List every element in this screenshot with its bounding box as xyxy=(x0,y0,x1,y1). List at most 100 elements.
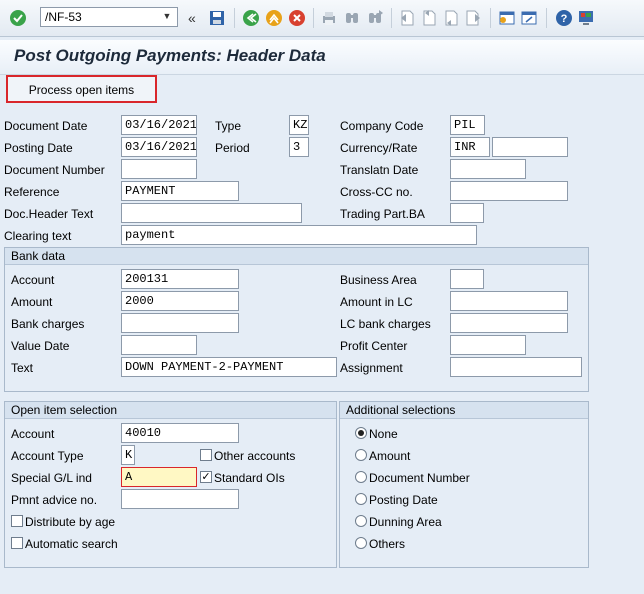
bank-data-title: Bank data xyxy=(5,248,588,265)
pmnt-advice-label: Pmnt advice no. xyxy=(11,493,98,507)
account-type-field[interactable]: K xyxy=(121,445,135,465)
bank-charges-label: Bank charges xyxy=(11,317,85,331)
open-item-selection-title: Open item selection xyxy=(5,402,336,419)
print-icon[interactable] xyxy=(320,9,338,27)
bank-account-label: Account xyxy=(11,273,55,287)
last-page-icon[interactable] xyxy=(464,9,482,27)
cross-cc-field[interactable] xyxy=(450,181,568,201)
reference-field[interactable]: PAYMENT xyxy=(121,181,239,201)
help-icon[interactable]: ? xyxy=(555,9,573,27)
radio-none[interactable] xyxy=(355,427,367,439)
radio-posting-date[interactable] xyxy=(355,493,367,505)
chevron-down-icon[interactable]: ▼ xyxy=(160,9,174,23)
text-label: Text xyxy=(11,361,34,375)
special-gl-field[interactable]: A xyxy=(121,467,197,487)
value-date-label: Value Date xyxy=(11,339,70,353)
text-field[interactable]: DOWN PAYMENT-2-PAYMENT xyxy=(121,357,337,377)
back-icon[interactable] xyxy=(242,9,260,27)
document-number-label: Document Number xyxy=(4,163,105,177)
shortcut-icon[interactable] xyxy=(520,9,538,27)
profit-center-field[interactable] xyxy=(450,335,526,355)
business-area-label: Business Area xyxy=(340,273,417,287)
distribute-by-age-checkbox[interactable] xyxy=(11,515,23,527)
process-open-items-button[interactable]: Process open items xyxy=(6,75,157,103)
reference-label: Reference xyxy=(4,185,60,199)
period-field[interactable]: 3 xyxy=(289,137,309,157)
other-accounts-checkbox[interactable] xyxy=(200,449,212,461)
exit-icon[interactable] xyxy=(265,9,283,27)
trading-part-field[interactable] xyxy=(450,203,484,223)
distribute-by-age-label: Distribute by age xyxy=(25,515,116,529)
document-number-field[interactable] xyxy=(121,159,197,179)
radio-none-label: None xyxy=(369,427,398,441)
radio-document-number-label: Document Number xyxy=(369,471,470,485)
find-icon[interactable] xyxy=(343,9,361,27)
assignment-label: Assignment xyxy=(340,361,403,375)
translatn-date-label: Translatn Date xyxy=(340,163,419,177)
posting-date-field[interactable]: 03/16/2021 xyxy=(121,137,197,157)
amount-label: Amount xyxy=(11,295,53,309)
radio-amount[interactable] xyxy=(355,449,367,461)
next-page-icon[interactable] xyxy=(442,9,460,27)
type-field[interactable]: KZ xyxy=(289,115,309,135)
lc-bank-charges-label: LC bank charges xyxy=(340,317,431,331)
doc-header-text-field[interactable] xyxy=(121,203,302,223)
radio-document-number[interactable] xyxy=(355,471,367,483)
svg-text:?: ? xyxy=(561,13,568,25)
lc-bank-charges-field[interactable] xyxy=(450,313,568,333)
automatic-search-label: Automatic search xyxy=(25,537,118,551)
collapse-icon[interactable]: « xyxy=(188,9,206,27)
enter-icon[interactable] xyxy=(9,9,27,27)
assignment-field[interactable] xyxy=(450,357,582,377)
profit-center-label: Profit Center xyxy=(340,339,408,353)
standard-ois-label: Standard OIs xyxy=(214,471,285,485)
amount-field[interactable]: 2000 xyxy=(121,291,239,311)
amount-lc-field[interactable] xyxy=(450,291,568,311)
clearing-text-label: Clearing text xyxy=(4,229,72,243)
cancel-icon[interactable] xyxy=(288,9,306,27)
posting-date-label: Posting Date xyxy=(4,141,73,155)
exchange-rate-field[interactable] xyxy=(492,137,568,157)
open-item-account-field[interactable]: 40010 xyxy=(121,423,239,443)
translatn-date-field[interactable] xyxy=(450,159,526,179)
radio-dunning-area-label: Dunning Area xyxy=(369,515,442,529)
amount-lc-label: Amount in LC xyxy=(340,295,413,309)
currency-rate-label: Currency/Rate xyxy=(340,141,418,155)
standard-ois-checkbox[interactable]: ✓ xyxy=(200,471,212,483)
save-icon[interactable] xyxy=(208,9,226,27)
system-toolbar: ▼ « ? xyxy=(0,0,644,37)
clearing-text-field[interactable]: payment xyxy=(121,225,477,245)
radio-dunning-area[interactable] xyxy=(355,515,367,527)
period-label: Period xyxy=(215,141,250,155)
company-code-field[interactable]: PIL xyxy=(450,115,485,135)
customize-layout-icon[interactable] xyxy=(577,9,595,27)
page-title: Post Outgoing Payments: Header Data xyxy=(14,46,326,65)
radio-posting-date-label: Posting Date xyxy=(369,493,438,507)
prev-page-icon[interactable] xyxy=(420,9,438,27)
document-date-label: Document Date xyxy=(4,119,88,133)
special-gl-label: Special G/L ind xyxy=(11,471,92,485)
first-page-icon[interactable] xyxy=(398,9,416,27)
radio-others[interactable] xyxy=(355,537,367,549)
other-accounts-label: Other accounts xyxy=(214,449,296,463)
type-label: Type xyxy=(215,119,242,133)
radio-others-label: Others xyxy=(369,537,406,551)
currency-field[interactable]: INR xyxy=(450,137,490,157)
additional-selections-title: Additional selections xyxy=(340,402,588,419)
value-date-field[interactable] xyxy=(121,335,197,355)
bank-charges-field[interactable] xyxy=(121,313,239,333)
command-field[interactable] xyxy=(40,7,178,27)
radio-amount-label: Amount xyxy=(369,449,411,463)
trading-part-label: Trading Part.BA xyxy=(340,207,425,221)
company-code-label: Company Code xyxy=(340,119,424,133)
business-area-field[interactable] xyxy=(450,269,484,289)
bank-account-field[interactable]: 200131 xyxy=(121,269,239,289)
pmnt-advice-field[interactable] xyxy=(121,489,239,509)
cross-cc-label: Cross-CC no. xyxy=(340,185,413,199)
document-date-field[interactable]: 03/16/2021 xyxy=(121,115,197,135)
find-next-icon[interactable] xyxy=(366,9,384,27)
open-item-account-label: Account xyxy=(11,427,55,441)
automatic-search-checkbox[interactable] xyxy=(11,537,23,549)
doc-header-text-label: Doc.Header Text xyxy=(4,207,94,221)
create-session-icon[interactable] xyxy=(498,9,516,27)
